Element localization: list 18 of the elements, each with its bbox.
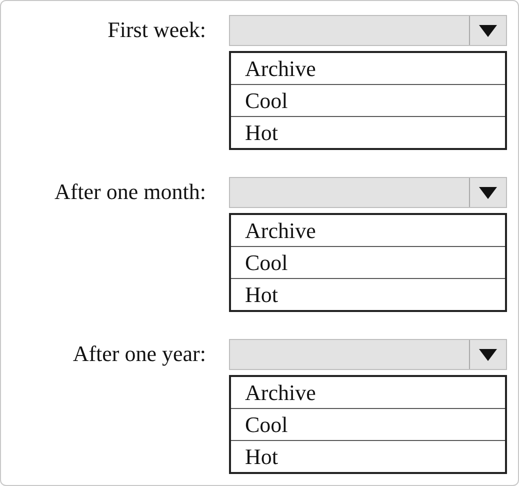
option-item[interactable]: Hot	[231, 116, 505, 148]
option-item[interactable]: Cool	[231, 408, 505, 440]
caret-icon	[479, 186, 497, 198]
dropdown[interactable]	[229, 15, 507, 46]
option-item[interactable]: Hot	[231, 440, 505, 472]
caret-icon	[479, 24, 497, 36]
option-item[interactable]: Hot	[231, 278, 505, 310]
question-label: First week:	[108, 16, 206, 44]
option-item[interactable]: Archive	[231, 53, 505, 84]
option-item[interactable]: Archive	[231, 377, 505, 408]
caret-icon	[479, 348, 497, 360]
question-label: After one year:	[72, 340, 206, 368]
dropdown[interactable]	[229, 339, 507, 370]
question-label: After one month:	[54, 178, 206, 206]
dropdown[interactable]	[229, 177, 507, 208]
option-item[interactable]: Cool	[231, 246, 505, 278]
option-item[interactable]: Cool	[231, 84, 505, 116]
option-item[interactable]: Archive	[231, 215, 505, 246]
